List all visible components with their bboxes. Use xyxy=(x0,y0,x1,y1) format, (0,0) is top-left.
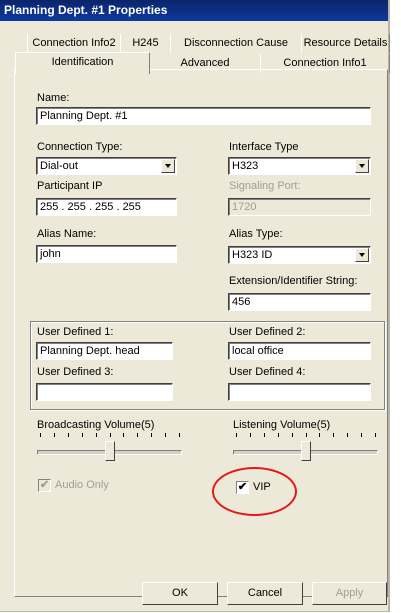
name-label: Name: xyxy=(37,92,70,104)
slider-thumb[interactable] xyxy=(300,441,311,461)
chevron-down-icon[interactable] xyxy=(355,159,369,173)
listening-volume-label: Listening Volume(5) xyxy=(233,419,331,431)
tab-disconnection-cause[interactable]: Disconnection Cause xyxy=(170,34,302,53)
window-title: Planning Dept. #1 Properties xyxy=(4,3,168,17)
chevron-down-icon[interactable] xyxy=(161,159,175,173)
slider-tick xyxy=(179,433,180,437)
extension-field[interactable]: 456 xyxy=(228,293,371,311)
interface-type-select[interactable]: H323 xyxy=(228,157,371,175)
interface-type-label: Interface Type xyxy=(229,141,299,153)
slider-tick xyxy=(67,433,69,437)
user-defined-4-label: User Defined 4: xyxy=(229,366,306,378)
slider-thumb[interactable] xyxy=(104,441,115,461)
signaling-port-field: 1720 xyxy=(228,198,371,216)
alias-name-label: Alias Name: xyxy=(37,228,97,240)
alias-type-value: H323 ID xyxy=(232,249,273,261)
audio-only-label: Audio Only xyxy=(55,479,109,491)
slider-tick xyxy=(137,433,139,437)
user-defined-1-field[interactable]: Planning Dept. head xyxy=(36,342,173,360)
user-defined-3-label: User Defined 3: xyxy=(37,366,114,378)
interface-type-value: H323 xyxy=(232,160,259,172)
slider-tick xyxy=(165,433,167,437)
signaling-port-label: Signaling Port: xyxy=(229,180,301,192)
slider-tick xyxy=(361,433,363,437)
slider-tick xyxy=(305,433,307,437)
name-field[interactable]: Planning Dept. #1 xyxy=(36,107,371,125)
slider-tick xyxy=(333,433,335,437)
connection-type-value: Dial-out xyxy=(40,160,78,172)
slider-tick xyxy=(375,433,376,437)
tab-connection-info2[interactable]: Connection Info2 xyxy=(27,34,121,53)
broadcasting-volume-slider[interactable] xyxy=(37,433,182,463)
listening-volume-slider[interactable] xyxy=(233,433,378,463)
ok-button[interactable]: OK xyxy=(142,582,218,605)
slider-tick xyxy=(277,433,279,437)
vip-checkbox[interactable]: ✔ xyxy=(236,481,249,494)
slider-tick xyxy=(95,433,97,437)
properties-dialog: Planning Dept. #1 Properties Connection … xyxy=(0,0,390,612)
user-defined-3-field[interactable] xyxy=(36,383,173,401)
connection-type-label: Connection Type: xyxy=(37,141,123,153)
slider-tick xyxy=(236,433,237,437)
alias-type-select[interactable]: H323 ID xyxy=(228,246,371,264)
slider-tick xyxy=(81,433,83,437)
broadcasting-volume-label: Broadcasting Volume(5) xyxy=(37,419,155,431)
alias-name-field[interactable]: john xyxy=(36,245,177,263)
slider-tick xyxy=(347,433,349,437)
vip-label: VIP xyxy=(253,481,271,493)
slider-tick xyxy=(291,433,293,437)
tab-resource-details[interactable]: Resource Details xyxy=(301,34,390,53)
cancel-button[interactable]: Cancel xyxy=(227,582,303,605)
tab-identification[interactable]: Identification xyxy=(15,52,150,74)
audio-only-checkbox: ✔ xyxy=(38,479,51,492)
user-defined-1-label: User Defined 1: xyxy=(37,326,114,338)
extension-label: Extension/Identifier String: xyxy=(229,275,358,287)
slider-tick xyxy=(53,433,55,437)
connection-type-select[interactable]: Dial-out xyxy=(36,157,177,175)
user-defined-2-field[interactable]: local office xyxy=(228,342,371,360)
tab-h245[interactable]: H245 xyxy=(120,34,171,53)
apply-button: Apply xyxy=(312,582,387,605)
slider-tick xyxy=(319,433,321,437)
alias-type-label: Alias Type: xyxy=(229,228,283,240)
slider-tick xyxy=(263,433,265,437)
participant-ip-label: Participant IP xyxy=(37,180,103,192)
participant-ip-field[interactable]: 255 . 255 . 255 . 255 xyxy=(36,198,177,216)
user-defined-4-field[interactable] xyxy=(228,383,371,401)
slider-tick xyxy=(123,433,125,437)
slider-tick xyxy=(109,433,111,437)
slider-tick xyxy=(249,433,251,437)
slider-tick xyxy=(40,433,41,437)
slider-tick xyxy=(151,433,153,437)
title-bar[interactable]: Planning Dept. #1 Properties xyxy=(0,0,388,21)
user-defined-2-label: User Defined 2: xyxy=(229,326,306,338)
chevron-down-icon[interactable] xyxy=(355,248,369,262)
